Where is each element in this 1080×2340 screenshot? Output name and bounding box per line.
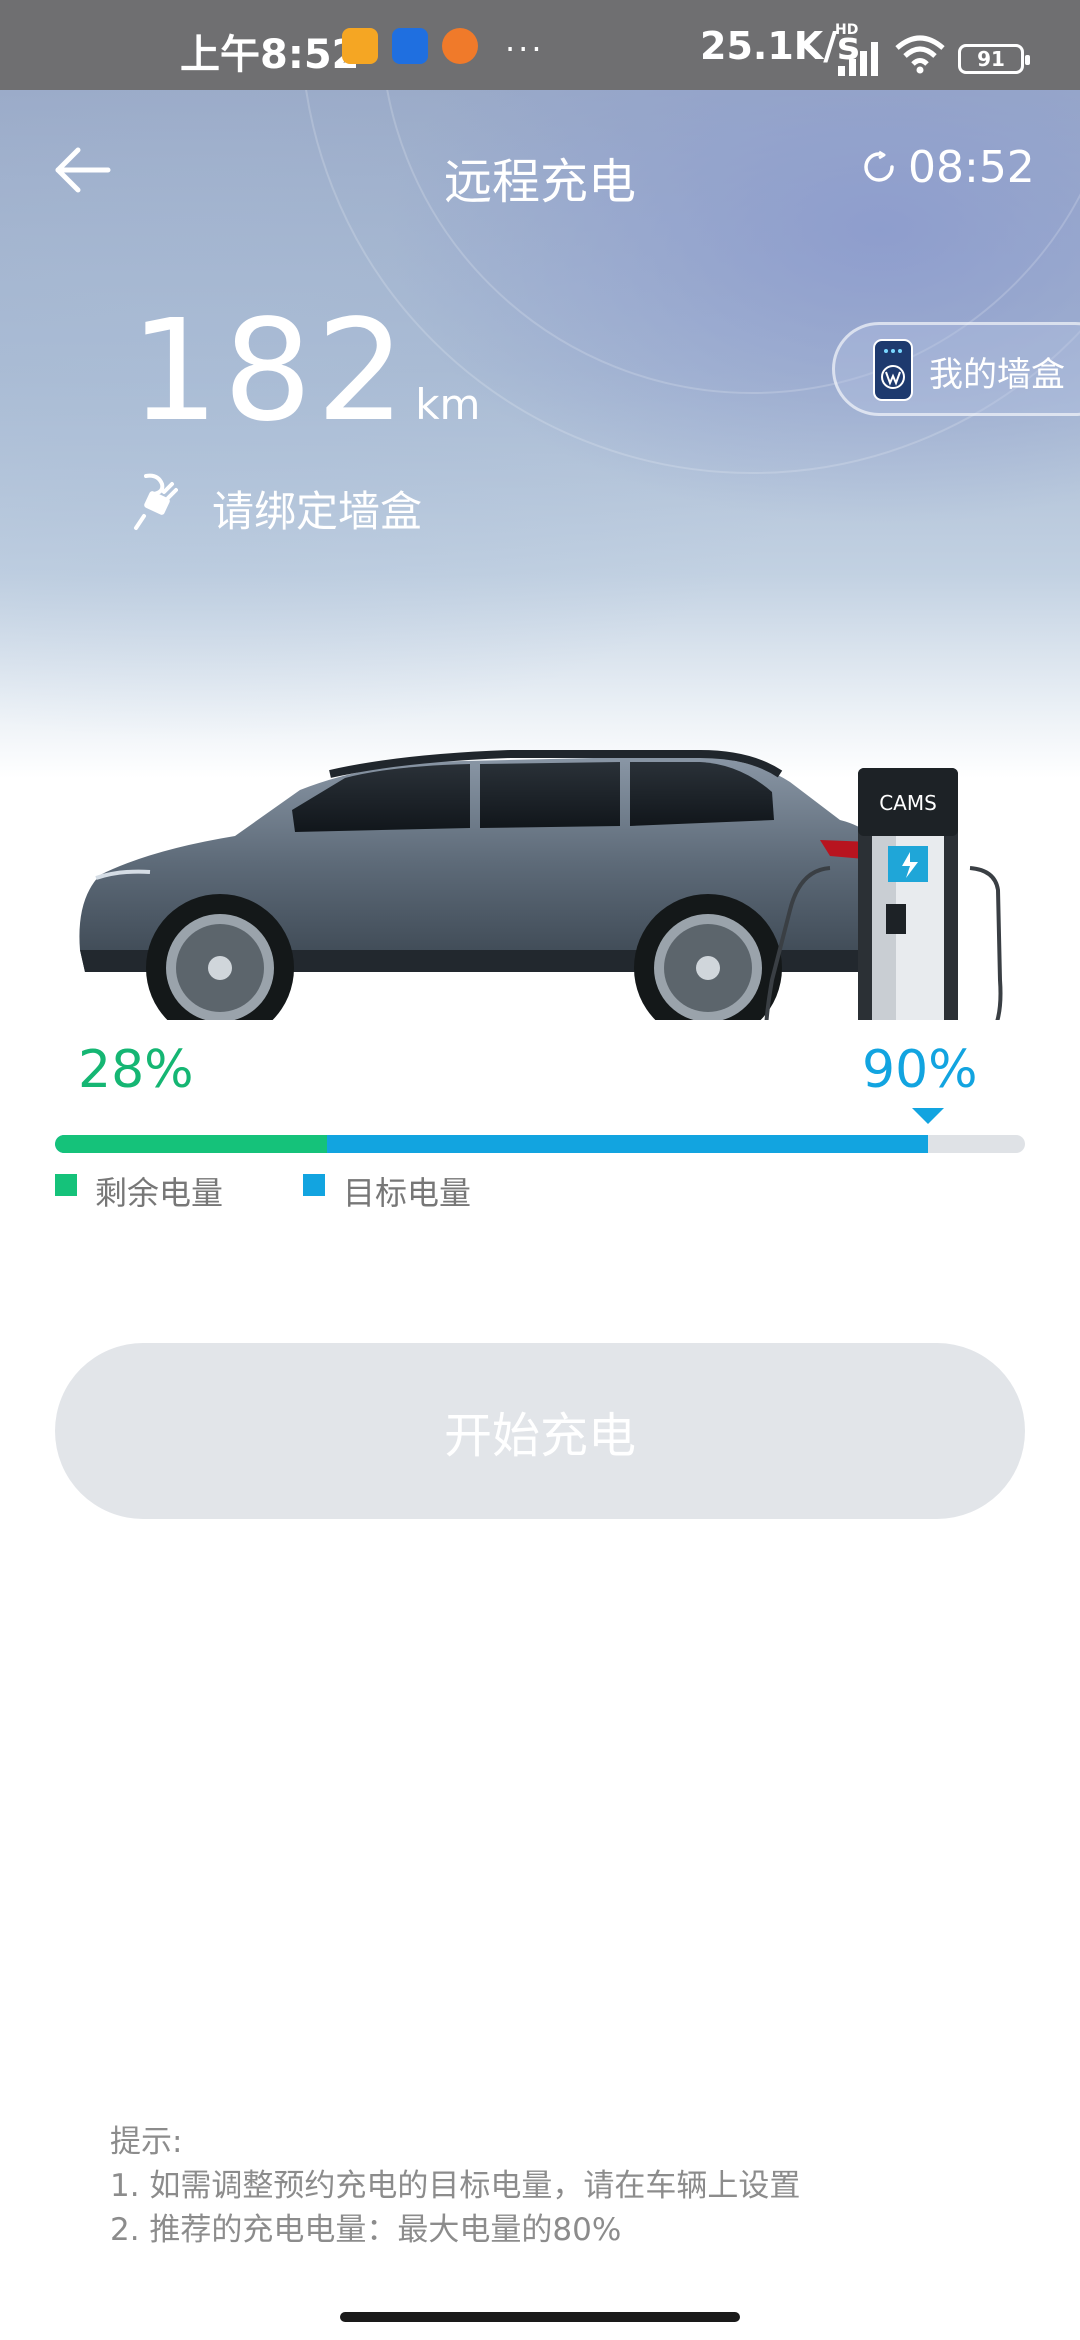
hero-section: 远程充电 08:52 182 km 请绑定墙盒 我的墙盒 CAMS bbox=[0, 90, 1080, 1020]
tips-heading: 提示: bbox=[110, 2124, 183, 2160]
tip-line-2: 2. 推荐的充电电量：最大电量的80% bbox=[110, 2212, 622, 2248]
status-bar: 上午8:52 ··· 25.1K/s HD 91 bbox=[0, 0, 1080, 90]
legend-current: 剩余电量 bbox=[55, 1168, 275, 1212]
timer-text: 08:52 bbox=[908, 142, 1035, 193]
my-wallbox-label: 我的墙盒 bbox=[929, 355, 1065, 395]
legend-target: 目标电量 bbox=[303, 1168, 523, 1212]
plug-icon bbox=[134, 473, 178, 530]
charger-brand-label: CAMS bbox=[879, 791, 937, 815]
my-wallbox-button[interactable]: 我的墙盒 bbox=[832, 322, 1080, 416]
target-marker-icon[interactable] bbox=[912, 1108, 944, 1124]
autohome-app-icon bbox=[392, 28, 428, 64]
network-type: HD bbox=[835, 22, 859, 38]
wallbox-icon bbox=[873, 339, 913, 401]
notes-app-icon bbox=[342, 28, 378, 64]
more-notifications-icon: ··· bbox=[505, 30, 545, 68]
legend-target-label: 目标电量 bbox=[343, 1174, 472, 1212]
battery-indicator: 91 bbox=[958, 44, 1030, 74]
target-charge-percent: 90% bbox=[862, 1040, 978, 1100]
home-indicator[interactable] bbox=[340, 2312, 740, 2322]
current-charge-fill bbox=[55, 1135, 327, 1153]
timer-icon bbox=[864, 150, 894, 182]
uc-browser-icon bbox=[442, 28, 478, 64]
start-charging-button[interactable]: 开始充电 bbox=[55, 1343, 1025, 1519]
signal-icon bbox=[838, 42, 878, 76]
car-charging-illustration: CAMS bbox=[79, 750, 1003, 1020]
wallbox-status-link[interactable]: 请绑定墙盒 bbox=[212, 478, 422, 539]
tips-section: 提示: 1. 如需调整预约充电的目标电量，请在车辆上设置 2. 推荐的充电电量：… bbox=[110, 2120, 800, 2252]
status-time: 上午8:52 bbox=[180, 32, 360, 78]
charge-level-bar[interactable] bbox=[55, 1135, 1025, 1153]
range-unit: km bbox=[415, 380, 481, 429]
wifi-icon bbox=[895, 35, 945, 74]
range-display: 182 km bbox=[130, 290, 480, 453]
current-charge-percent: 28% bbox=[78, 1040, 194, 1100]
range-value: 182 bbox=[130, 290, 410, 453]
legend-target-swatch bbox=[303, 1174, 325, 1196]
legend-current-swatch bbox=[55, 1174, 77, 1196]
legend-current-label: 剩余电量 bbox=[95, 1174, 224, 1212]
tip-line-1: 1. 如需调整预约充电的目标电量，请在车辆上设置 bbox=[110, 2168, 801, 2204]
